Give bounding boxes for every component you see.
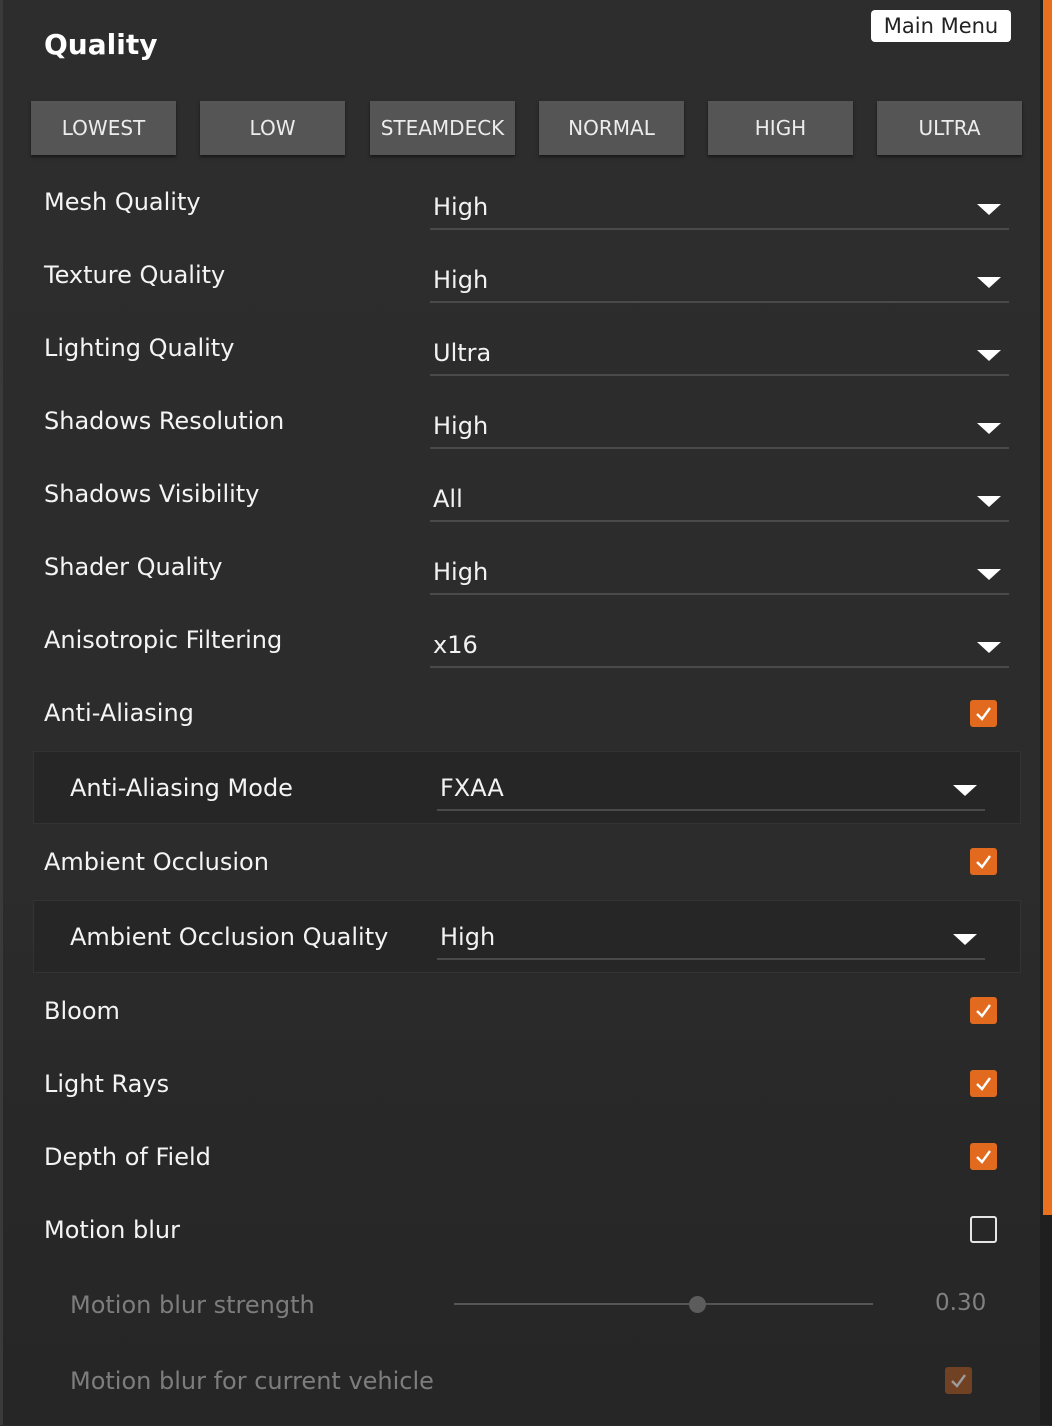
motion-blur-vehicle-checkbox[interactable] xyxy=(945,1367,972,1394)
shader-quality-dropdown[interactable]: High xyxy=(430,553,1009,595)
preset-high-button[interactable]: HIGH xyxy=(708,101,853,155)
lighting-quality-dropdown[interactable]: Ultra xyxy=(430,334,1009,376)
shadows-visibility-label: Shadows Visibility xyxy=(44,480,260,508)
anti-aliasing-row: Anti-Aliasing xyxy=(3,685,1043,758)
anti-aliasing-mode-value: FXAA xyxy=(440,774,504,802)
anisotropic-filtering-label: Anisotropic Filtering xyxy=(44,626,283,654)
caret-down-icon xyxy=(977,204,1001,215)
bloom-row: Bloom xyxy=(3,983,1043,1056)
bloom-checkbox[interactable] xyxy=(970,997,997,1024)
lighting-quality-value: Ultra xyxy=(433,339,492,367)
motion-blur-row: Motion blur xyxy=(3,1202,1043,1275)
lighting-quality-label: Lighting Quality xyxy=(44,334,235,362)
anti-aliasing-label: Anti-Aliasing xyxy=(44,699,194,727)
checkmark-icon xyxy=(976,855,991,869)
motion-blur-vehicle-label: Motion blur for current vehicle xyxy=(70,1367,434,1395)
motion-blur-strength-label: Motion blur strength xyxy=(70,1291,315,1319)
checkmark-icon xyxy=(951,1374,966,1388)
caret-down-icon xyxy=(977,423,1001,434)
shader-quality-value: High xyxy=(433,558,489,586)
preset-lowest-button[interactable]: LOWEST xyxy=(31,101,176,155)
texture-quality-value: High xyxy=(433,266,489,294)
caret-down-icon xyxy=(953,785,977,796)
shadows-visibility-row: Shadows Visibility All xyxy=(3,466,1043,539)
slider-handle[interactable] xyxy=(688,1296,706,1313)
light-rays-checkbox[interactable] xyxy=(970,1070,997,1097)
shadows-resolution-dropdown[interactable]: High xyxy=(430,407,1009,449)
scrollbar-thumb[interactable] xyxy=(1043,0,1052,1215)
mesh-quality-label: Mesh Quality xyxy=(44,188,201,216)
motion-blur-strength-row: Motion blur strength xyxy=(3,1277,1043,1350)
ambient-occlusion-label: Ambient Occlusion xyxy=(44,848,269,876)
checkmark-icon xyxy=(976,1077,991,1091)
preset-low-button[interactable]: LOW xyxy=(200,101,345,155)
bloom-label: Bloom xyxy=(44,997,120,1025)
shadows-resolution-value: High xyxy=(433,412,489,440)
ambient-occlusion-checkbox[interactable] xyxy=(970,848,997,875)
motion-blur-strength-slider[interactable] xyxy=(454,1303,873,1305)
shader-quality-row: Shader Quality High xyxy=(3,539,1043,612)
lighting-quality-row: Lighting Quality Ultra xyxy=(3,320,1043,393)
motion-blur-checkbox[interactable] xyxy=(970,1216,997,1243)
mesh-quality-row: Mesh Quality High xyxy=(3,174,1043,247)
shadows-resolution-label: Shadows Resolution xyxy=(44,407,285,435)
caret-down-icon xyxy=(977,569,1001,580)
texture-quality-dropdown[interactable]: High xyxy=(430,261,1009,303)
anisotropic-filtering-row: Anisotropic Filtering x16 xyxy=(3,612,1043,685)
quality-settings-panel: Quality Main Menu LOWEST LOW STEAMDECK N… xyxy=(0,0,1040,1425)
checkmark-icon xyxy=(976,1004,991,1018)
motion-blur-label: Motion blur xyxy=(44,1216,180,1244)
checkmark-icon xyxy=(976,707,991,721)
ambient-occlusion-quality-label: Ambient Occlusion Quality xyxy=(70,923,389,951)
caret-down-icon xyxy=(977,642,1001,653)
preset-ultra-button[interactable]: ULTRA xyxy=(877,101,1022,155)
page-title: Quality xyxy=(44,28,158,61)
ambient-occlusion-quality-value: High xyxy=(440,923,496,951)
anti-aliasing-mode-label: Anti-Aliasing Mode xyxy=(70,774,293,802)
shader-quality-label: Shader Quality xyxy=(44,553,223,581)
depth-of-field-label: Depth of Field xyxy=(44,1143,211,1171)
caret-down-icon xyxy=(977,350,1001,361)
main-menu-button[interactable]: Main Menu xyxy=(871,10,1011,42)
ambient-occlusion-row: Ambient Occlusion xyxy=(3,834,1043,907)
anti-aliasing-checkbox[interactable] xyxy=(970,700,997,727)
ambient-occlusion-quality-dropdown[interactable]: High xyxy=(437,918,985,960)
anti-aliasing-mode-dropdown[interactable]: FXAA xyxy=(437,769,985,811)
ambient-occlusion-quality-row: Ambient Occlusion Quality High xyxy=(33,900,1021,973)
scrollbar[interactable] xyxy=(1040,0,1052,1425)
mesh-quality-dropdown[interactable]: High xyxy=(430,188,1009,230)
texture-quality-label: Texture Quality xyxy=(44,261,226,289)
depth-of-field-checkbox[interactable] xyxy=(970,1143,997,1170)
preset-normal-button[interactable]: NORMAL xyxy=(539,101,684,155)
shadows-resolution-row: Shadows Resolution High xyxy=(3,393,1043,466)
motion-blur-vehicle-row: Motion blur for current vehicle xyxy=(3,1353,1043,1426)
anisotropic-filtering-dropdown[interactable]: x16 xyxy=(430,626,1009,668)
anisotropic-filtering-value: x16 xyxy=(433,631,478,659)
motion-blur-strength-value: 0.30 xyxy=(935,1290,987,1316)
depth-of-field-row: Depth of Field xyxy=(3,1129,1043,1202)
mesh-quality-value: High xyxy=(433,193,489,221)
light-rays-label: Light Rays xyxy=(44,1070,170,1098)
caret-down-icon xyxy=(977,277,1001,288)
caret-down-icon xyxy=(953,934,977,945)
texture-quality-row: Texture Quality High xyxy=(3,247,1043,320)
anti-aliasing-mode-row: Anti-Aliasing Mode FXAA xyxy=(33,751,1021,824)
preset-steamdeck-button[interactable]: STEAMDECK xyxy=(370,101,515,155)
caret-down-icon xyxy=(977,496,1001,507)
light-rays-row: Light Rays xyxy=(3,1056,1043,1129)
checkmark-icon xyxy=(976,1150,991,1164)
shadows-visibility-value: All xyxy=(433,485,463,513)
shadows-visibility-dropdown[interactable]: All xyxy=(430,480,1009,522)
